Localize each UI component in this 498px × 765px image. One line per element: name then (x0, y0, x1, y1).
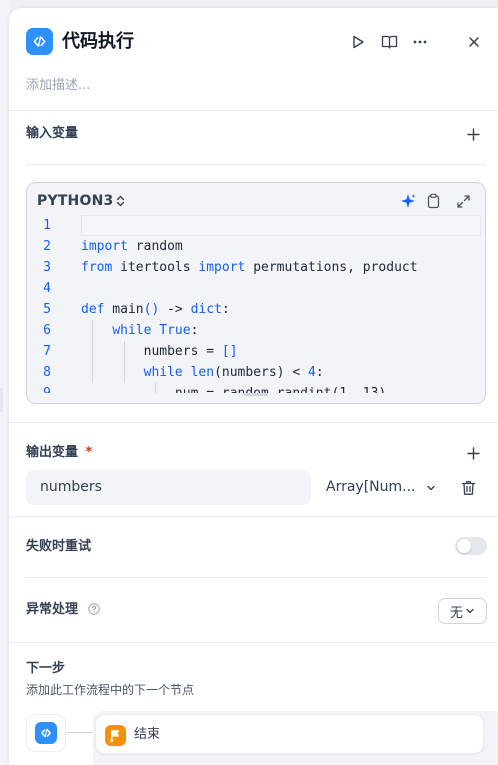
divider (26, 164, 486, 165)
description-field[interactable]: 添加描述... (26, 77, 90, 95)
code-line: 6 while True: (27, 320, 485, 341)
end-node-icon (105, 725, 126, 746)
node-connector (66, 732, 93, 733)
resize-handle[interactable] (0, 388, 3, 412)
code-line: 4 (27, 278, 485, 299)
retry-label: 失败时重试 (26, 539, 92, 554)
code-text: while len(numbers) < 4: (143, 365, 324, 380)
code-line: 5 def main() -> dict: (27, 299, 485, 320)
line-number: 3 (43, 260, 51, 275)
output-variable-type-select[interactable]: Array[Num... (326, 470, 441, 505)
chevron-down-icon (466, 608, 474, 614)
code-text: while True: (112, 323, 199, 338)
output-variable-name-input[interactable]: numbers (26, 470, 311, 505)
line-number: 7 (43, 344, 51, 359)
code-text: numbers = [] (81, 344, 238, 359)
divider (9, 110, 498, 111)
error-handling-label: 异常处理 (26, 602, 79, 617)
output-variables-text: 输出变量 (26, 445, 79, 460)
current-node-thumbnail (26, 714, 66, 752)
play-icon[interactable] (348, 32, 368, 52)
help-circle-icon[interactable] (87, 602, 100, 615)
output-variables-label: 输出变量 * (26, 444, 92, 462)
indent-guide (123, 341, 125, 383)
trash-icon[interactable] (459, 479, 477, 497)
line-number: 9 (27, 383, 51, 393)
next-step-label: 下一步 (26, 661, 66, 676)
error-handling-value: 无 (449, 605, 463, 621)
error-handling-select[interactable]: 无 (438, 598, 487, 624)
line-number: 8 (43, 365, 51, 380)
code-icon (35, 722, 57, 744)
line-number: 2 (43, 239, 51, 254)
divider (9, 516, 498, 517)
indent-guide (92, 320, 94, 383)
end-node-label: 结束 (134, 727, 161, 742)
clipboard-icon[interactable] (424, 192, 442, 210)
add-output-variable-button[interactable] (464, 444, 482, 462)
language-selector[interactable]: PYTHON3 (37, 193, 125, 209)
code-text: from itertools import permutations, prod… (81, 260, 418, 275)
divider (9, 422, 498, 423)
sparkle-icon[interactable] (399, 192, 417, 210)
canvas-edge (0, 0, 9, 765)
panel-header: 代码执行 (9, 8, 498, 74)
line-number: 6 (43, 323, 51, 338)
chevron-up-down-icon (117, 195, 125, 207)
code-area[interactable]: 1 2 import random 3 from itertools import pe… (27, 213, 485, 393)
divider (26, 577, 486, 578)
editor-resize-handle[interactable] (244, 393, 268, 396)
code-icon (26, 28, 53, 55)
divider (9, 642, 498, 643)
line-number: 4 (43, 281, 51, 296)
line-number: 5 (43, 302, 51, 317)
expand-icon[interactable] (454, 192, 472, 210)
code-editor: PYTHON3 1 2 import random 3 from itertools i… (26, 182, 486, 404)
code-text: def main() -> dict: (81, 302, 230, 317)
line-number: 1 (43, 218, 51, 233)
toggle-knob (457, 539, 471, 553)
next-node-end[interactable]: 结束 (95, 714, 484, 754)
node-config-panel: 代码执行 添加描述... 输入变量 PYTHON3 1 2 import ran… (9, 8, 498, 765)
close-icon[interactable] (464, 32, 484, 52)
add-input-variable-button[interactable] (464, 125, 482, 143)
next-step-subtitle: 添加此工作流程中的下一个节点 (26, 683, 195, 697)
required-mark: * (85, 445, 93, 460)
chevron-down-icon (426, 485, 435, 490)
language-label: PYTHON3 (37, 193, 114, 209)
retry-toggle[interactable] (455, 537, 487, 555)
code-line: 1 (27, 215, 485, 236)
code-line: 2 import random (27, 236, 485, 257)
input-variables-label: 输入变量 (26, 126, 79, 141)
code-text: num = random.randint(1, 13) (81, 383, 386, 393)
indent-guide (154, 383, 156, 393)
book-open-icon[interactable] (379, 32, 399, 52)
code-line: 7 numbers = [] (27, 341, 485, 362)
code-line: 3 from itertools import permutations, pro… (27, 257, 485, 278)
code-line: 8 while len(numbers) < 4: (27, 362, 485, 383)
code-line: 9 num = random.randint(1, 13) (27, 383, 485, 393)
code-text: import random (81, 239, 183, 254)
more-icon[interactable] (410, 32, 430, 52)
output-variable-type-value: Array[Num... (326, 479, 416, 495)
node-title[interactable]: 代码执行 (62, 29, 134, 55)
